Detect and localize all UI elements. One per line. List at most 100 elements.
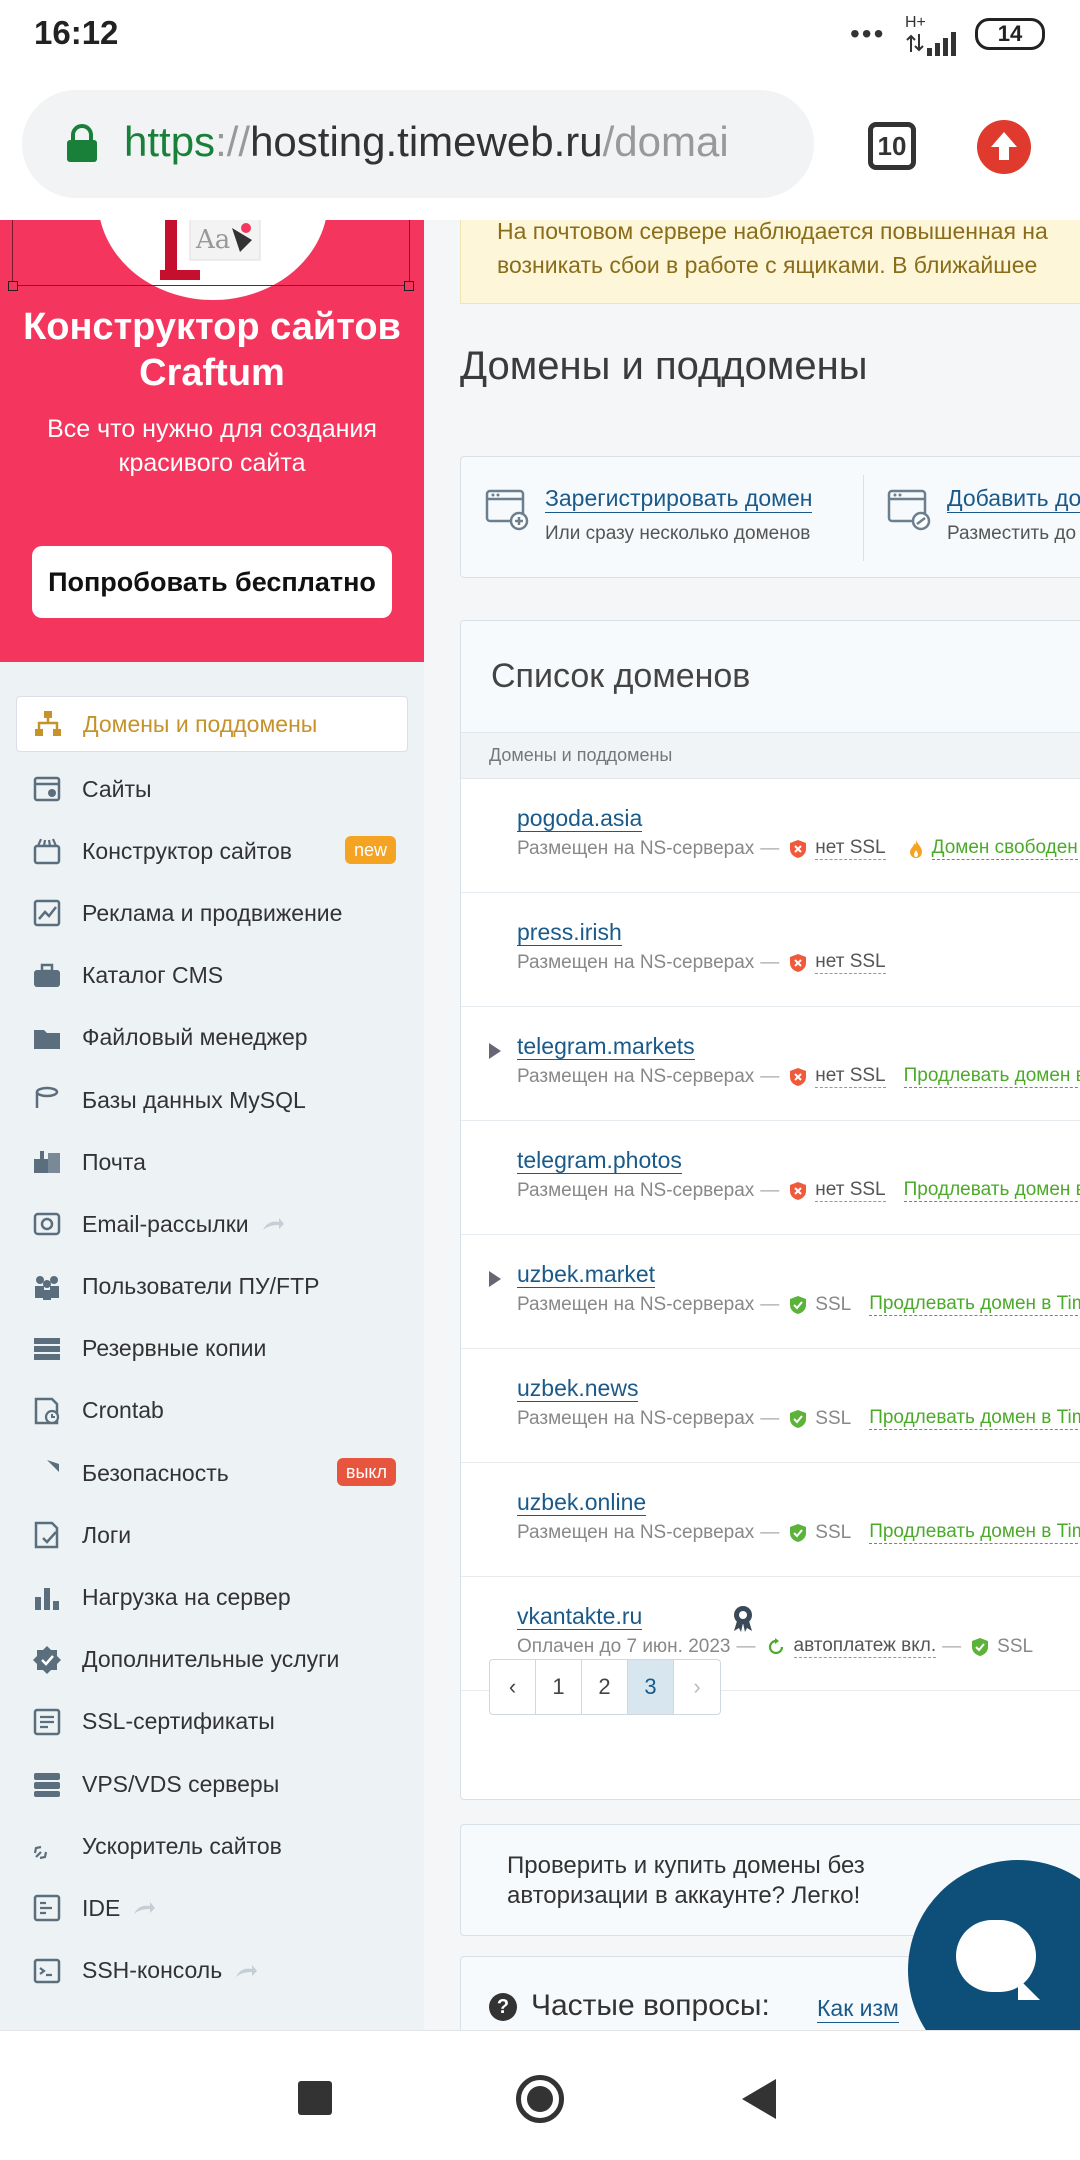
selection-handle xyxy=(8,281,18,291)
sidebar-item[interactable]: Каталог CMS xyxy=(0,945,424,1007)
domain-link[interactable]: pogoda.asia xyxy=(517,805,643,832)
database-icon xyxy=(35,1086,59,1109)
sidebar-item[interactable]: Email-рассылки xyxy=(0,1193,424,1255)
ssl-status[interactable]: нет SSL xyxy=(815,951,886,974)
back-button[interactable] xyxy=(742,2079,776,2119)
pagination-page[interactable]: 1 xyxy=(536,1660,582,1714)
fire-icon xyxy=(909,839,922,858)
users-icon xyxy=(35,1275,59,1300)
sidebar-item[interactable]: Базы данных MySQL xyxy=(0,1069,424,1131)
column-label: Домены и поддомены xyxy=(489,745,673,765)
ssl-status[interactable]: нет SSL xyxy=(815,1065,886,1088)
sidebar-item[interactable]: Файловый менеджер xyxy=(0,1007,424,1069)
domain-list-column-header: Домены и поддомены xyxy=(461,733,1080,779)
sidebar-item[interactable]: VPS/VDS серверы xyxy=(0,1753,424,1815)
sidebar-item-label: SSH-консоль xyxy=(82,1957,223,1984)
pagination-next[interactable]: › xyxy=(674,1660,720,1714)
address-bar[interactable]: https://hosting.timeweb.ru/domai xyxy=(22,90,814,198)
recents-button[interactable] xyxy=(298,2081,332,2115)
domain-meta: Размещен на NS-серверах — SSL Продлевать до… xyxy=(517,1407,1080,1430)
pagination-page-current[interactable]: 3 xyxy=(628,1660,674,1714)
add-domain-hint: Разместить до xyxy=(947,523,1077,544)
domain-list-header: Список доменов xyxy=(461,621,1080,733)
register-domain-link[interactable]: Зарегистрировать домен xyxy=(545,485,813,513)
browser-add-icon xyxy=(485,489,529,531)
ssl-status[interactable]: нет SSL xyxy=(815,1179,886,1202)
autopay-toggle[interactable]: автоплатеж вкл. xyxy=(793,1635,937,1658)
domain-link[interactable]: press.irish xyxy=(517,919,622,946)
pagination-prev[interactable]: ‹ xyxy=(490,1660,536,1714)
table-row: uzbek.online Размещен на NS-серверах — SSL П… xyxy=(461,1463,1080,1577)
sitemap-icon xyxy=(35,711,61,736)
sidebar-item[interactable]: Сайты xyxy=(0,758,424,820)
sidebar-item[interactable]: SSL-сертификаты xyxy=(0,1691,424,1753)
domain-link[interactable]: vkantakte.ru xyxy=(517,1603,643,1630)
ide-icon xyxy=(33,1895,61,1922)
sidebar-item-label: Нагрузка на сервер xyxy=(82,1584,291,1611)
sidebar-item[interactable]: Почта xyxy=(0,1131,424,1193)
domain-link[interactable]: uzbek.market xyxy=(517,1261,656,1288)
sidebar-item[interactable]: Нагрузка на сервер xyxy=(0,1566,424,1628)
faq-title: Частые вопросы: xyxy=(531,1989,770,2022)
renew-domain-link[interactable]: Продлевать домен в Time xyxy=(869,1521,1080,1544)
expand-caret-icon[interactable] xyxy=(489,1043,501,1059)
sidebar-item[interactable]: Crontab xyxy=(0,1380,424,1442)
folder-icon xyxy=(34,1029,60,1049)
shield-ok-icon xyxy=(790,1409,807,1428)
domain-link[interactable]: uzbek.news xyxy=(517,1375,639,1402)
promo-subtitle: Все что нужно для создания красивого сай… xyxy=(47,415,377,477)
sidebar-item[interactable]: Безопасность выкл xyxy=(0,1442,424,1504)
sidebar-item[interactable]: Конструктор сайтов new xyxy=(0,820,424,882)
question-icon: ? xyxy=(489,1993,517,2021)
domain-link[interactable]: telegram.markets xyxy=(517,1033,695,1060)
sidebar-item[interactable]: Резервные копии xyxy=(0,1318,424,1380)
sidebar-item-label: Сайты xyxy=(82,775,152,802)
ns-status: Размещен на NS-серверах xyxy=(517,1521,755,1543)
sidebar-item-label: Email-рассылки xyxy=(82,1210,249,1237)
sidebar-item[interactable]: Реклама и продвижение xyxy=(0,882,424,944)
renew-domain-link[interactable]: Продлевать домен в Time xyxy=(869,1407,1080,1430)
domain-free-link[interactable]: Домен свободен xyxy=(931,837,1078,860)
renew-domain-link[interactable]: Продлевать домен в T xyxy=(903,1065,1080,1088)
sidebar-item[interactable]: Дополнительные услуги xyxy=(0,1629,424,1691)
add-domain-link[interactable]: Добавить до xyxy=(947,485,1080,513)
sidebar-item-badge: выкл xyxy=(336,1458,396,1487)
update-button[interactable] xyxy=(977,120,1031,174)
sidebar-item[interactable]: Ускоритель сайтов xyxy=(0,1815,424,1877)
faq-link[interactable]: Как изм xyxy=(817,1995,899,2023)
clock-file-icon xyxy=(34,1397,60,1425)
pagination-page[interactable]: 2 xyxy=(582,1660,628,1714)
ssl-status[interactable]: нет SSL xyxy=(815,837,886,860)
sidebar-item[interactable]: Пользователи ПУ/FTP xyxy=(0,1256,424,1318)
shield-warning-icon xyxy=(790,1067,807,1086)
ns-status: Размещен на NS-серверах xyxy=(517,1179,755,1201)
table-row: telegram.photos Размещен на NS-серверах — н… xyxy=(461,1121,1080,1235)
expand-caret-icon[interactable] xyxy=(489,1271,501,1287)
shield-warning-icon xyxy=(790,1181,807,1200)
chat-bubble-tail xyxy=(1018,1978,1040,2000)
sidebar-item[interactable]: Домены и поддомены xyxy=(16,696,408,752)
page-title: Домены и поддомены xyxy=(460,344,868,388)
tab-switcher-button[interactable]: 10 xyxy=(868,122,916,170)
domain-list: Список доменов Домены и поддомены pogoda… xyxy=(460,620,1080,1800)
certificate-icon xyxy=(33,1708,61,1736)
mail-server-notice: На почтовом сервере наблюдается повышенн… xyxy=(460,220,1080,304)
notice-line: На почтовом сервере наблюдается повышенн… xyxy=(497,220,1048,244)
domain-link[interactable]: telegram.photos xyxy=(517,1147,682,1174)
try-free-button[interactable]: Попробовать бесплатно xyxy=(32,546,392,618)
craftum-promo-banner[interactable]: Aa Конструктор сайтов Craftum Все что ну… xyxy=(0,220,424,662)
sidebar-item[interactable]: SSH-консоль xyxy=(0,1940,424,2002)
home-button[interactable] xyxy=(516,2075,564,2123)
ns-status: Размещен на NS-серверах xyxy=(517,837,755,859)
domain-link[interactable]: uzbek.online xyxy=(517,1489,647,1516)
sidebar-item[interactable]: Логи xyxy=(0,1504,424,1566)
briefcase-icon xyxy=(34,963,60,987)
renew-domain-link[interactable]: Продлевать домен в T xyxy=(903,1179,1080,1202)
lock-icon xyxy=(67,124,97,162)
table-row: uzbek.news Размещен на NS-серверах — SSL Про… xyxy=(461,1349,1080,1463)
shield-warning-icon xyxy=(790,953,807,972)
sidebar: Aa Конструктор сайтов Craftum Все что ну… xyxy=(0,220,424,2030)
sidebar-item-badge: new xyxy=(344,836,396,865)
renew-domain-link[interactable]: Продлевать домен в Time xyxy=(869,1293,1080,1316)
sidebar-item[interactable]: IDE xyxy=(0,1877,424,1939)
